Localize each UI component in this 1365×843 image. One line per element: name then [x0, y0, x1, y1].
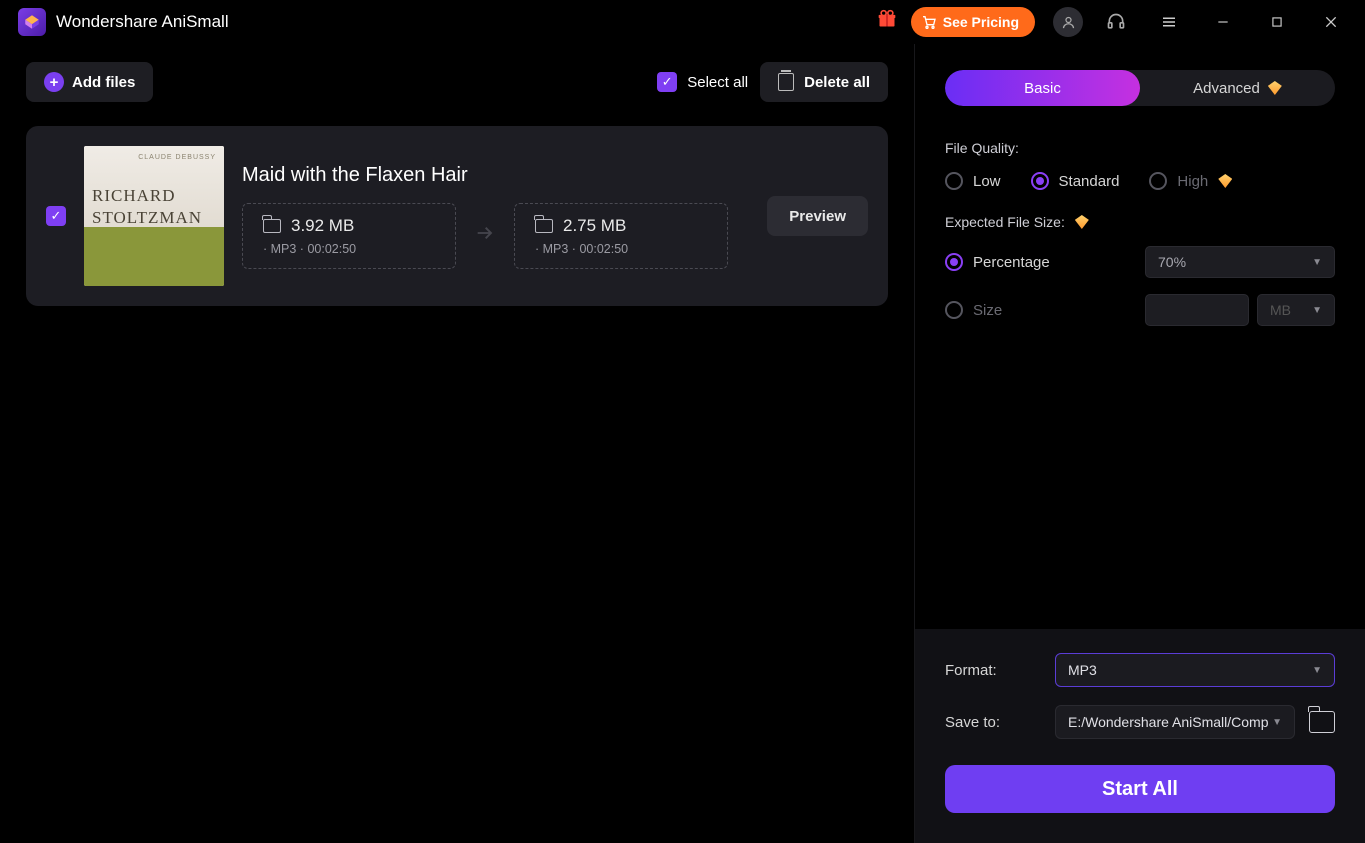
output-panel: Format: MP3 ▼ Save to: E:/Wondershare An…	[915, 629, 1365, 843]
percentage-label: Percentage	[973, 254, 1050, 271]
target-meta: · MP3 · 00:02:50	[535, 242, 707, 256]
folder-icon	[535, 219, 553, 233]
add-files-button[interactable]: + Add files	[26, 62, 153, 102]
source-size-box: 3.92 MB · MP3 · 00:02:50	[242, 203, 456, 269]
chevron-down-icon: ▼	[1272, 717, 1282, 728]
tab-advanced-label: Advanced	[1193, 80, 1260, 97]
preview-button[interactable]: Preview	[767, 196, 868, 236]
select-all-label: Select all	[687, 74, 748, 91]
diamond-icon	[1075, 215, 1089, 229]
delete-all-button[interactable]: Delete all	[760, 62, 888, 102]
mode-toggle: Basic Advanced	[945, 70, 1335, 106]
size-unit-select[interactable]: MB ▼	[1257, 294, 1335, 326]
file-title: Maid with the Flaxen Hair	[242, 164, 749, 187]
tab-advanced[interactable]: Advanced	[1140, 70, 1335, 106]
format-label: Format:	[945, 662, 1041, 679]
add-files-label: Add files	[72, 74, 135, 91]
menu-icon[interactable]	[1153, 6, 1185, 38]
chevron-down-icon: ▼	[1312, 665, 1322, 676]
folder-icon	[263, 219, 281, 233]
thumbnail-text-1: RICHARD	[92, 186, 176, 206]
format-select[interactable]: MP3 ▼	[1055, 653, 1335, 687]
plus-circle-icon: +	[44, 72, 64, 92]
start-all-button[interactable]: Start All	[945, 765, 1335, 813]
file-checkbox[interactable]: ✓	[46, 206, 66, 226]
format-value: MP3	[1068, 662, 1097, 678]
target-size: 2.75 MB	[563, 216, 626, 236]
file-thumbnail: CLAUDE DEBUSSY RICHARD STOLTZMAN	[84, 146, 224, 286]
delete-all-label: Delete all	[804, 74, 870, 91]
size-input[interactable]	[1145, 294, 1249, 326]
file-panel: + Add files ✓ Select all Delete all ✓ CL…	[0, 44, 915, 843]
save-path-select[interactable]: E:/Wondershare AniSmall/Comp ▼	[1055, 705, 1295, 739]
quality-low-radio[interactable]: Low	[945, 172, 1001, 190]
tab-basic[interactable]: Basic	[945, 70, 1140, 106]
headset-icon[interactable]	[1101, 7, 1131, 37]
size-unit-label: MB	[1270, 302, 1291, 318]
chevron-down-icon: ▼	[1312, 257, 1322, 268]
quality-high-radio[interactable]: High	[1149, 172, 1232, 190]
percentage-select[interactable]: 70% ▼	[1145, 246, 1335, 278]
quality-high-label: High	[1177, 173, 1208, 190]
save-path-value: E:/Wondershare AniSmall/Comp	[1068, 714, 1269, 730]
checkbox-checked-icon: ✓	[657, 72, 677, 92]
file-quality-label: File Quality:	[945, 140, 1335, 156]
see-pricing-button[interactable]: See Pricing	[911, 7, 1035, 37]
see-pricing-label: See Pricing	[943, 14, 1019, 30]
source-size: 3.92 MB	[291, 216, 354, 236]
window-minimize-icon[interactable]	[1207, 6, 1239, 38]
arrow-right-icon	[474, 220, 496, 251]
file-card: ✓ CLAUDE DEBUSSY RICHARD STOLTZMAN Maid …	[26, 126, 888, 306]
window-close-icon[interactable]	[1315, 6, 1347, 38]
save-to-label: Save to:	[945, 714, 1041, 731]
app-title: Wondershare AniSmall	[56, 12, 229, 32]
select-all-checkbox[interactable]: ✓ Select all	[657, 72, 748, 92]
trash-icon	[778, 73, 794, 91]
diamond-icon	[1268, 81, 1282, 95]
settings-panel: Basic Advanced File Quality: Low Standar…	[915, 44, 1365, 843]
quality-low-label: Low	[973, 173, 1001, 190]
diamond-icon	[1218, 174, 1232, 188]
size-label: Size	[973, 302, 1002, 319]
target-size-box: 2.75 MB · MP3 · 00:02:50	[514, 203, 728, 269]
quality-standard-label: Standard	[1059, 173, 1120, 190]
percentage-radio[interactable]: Percentage	[945, 253, 1050, 271]
user-icon[interactable]	[1053, 7, 1083, 37]
tab-basic-label: Basic	[1024, 80, 1061, 97]
titlebar: Wondershare AniSmall See Pricing	[0, 0, 1365, 44]
expected-size-label: Expected File Size:	[945, 214, 1065, 230]
percentage-value: 70%	[1158, 254, 1186, 270]
gift-icon[interactable]	[877, 9, 897, 35]
app-logo	[18, 8, 46, 36]
quality-standard-radio[interactable]: Standard	[1031, 172, 1120, 190]
chevron-down-icon: ▼	[1312, 305, 1322, 316]
source-meta: · MP3 · 00:02:50	[263, 242, 435, 256]
window-maximize-icon[interactable]	[1261, 6, 1293, 38]
browse-folder-button[interactable]	[1309, 711, 1335, 733]
thumbnail-artist: CLAUDE DEBUSSY	[138, 154, 216, 161]
size-radio[interactable]: Size	[945, 301, 1002, 319]
thumbnail-text-2: STOLTZMAN	[92, 208, 202, 228]
